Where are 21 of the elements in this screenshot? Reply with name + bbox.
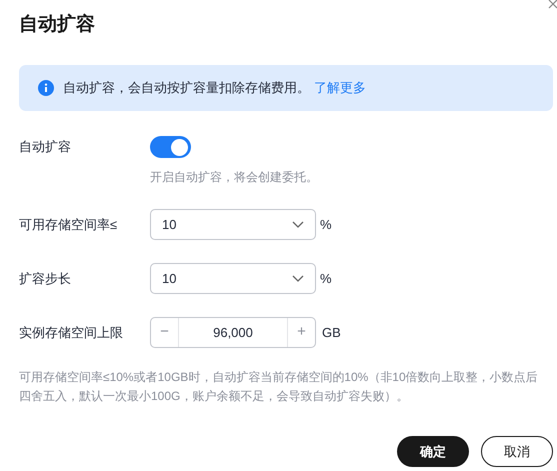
hint-text: 开启自动扩容，将会创建委托。 [150,169,319,186]
close-icon[interactable] [548,0,557,10]
info-icon [38,80,54,96]
banner-text: 自动扩容，会自动按扩容量扣除存储费用。 [63,79,310,98]
dropdown-field[interactable]: 10 [150,209,316,240]
chevron-down-icon [292,274,304,282]
confirm-button[interactable]: 确定 [397,436,469,467]
dropdown-field[interactable]: 10 [150,263,316,294]
unit-label: GB [322,324,341,342]
field-label: 自动扩容 [19,138,72,156]
toggle-switch[interactable] [150,136,191,158]
number-value: 96,000 [212,324,254,342]
dialog-title: 自动扩容 [19,12,96,37]
chevron-down-icon [292,220,304,228]
unit-label: % [320,270,332,288]
field-label: 扩容步长 [19,270,72,288]
unit-label: % [320,216,332,234]
cancel-button[interactable]: 取消 [481,436,553,467]
field-label: 实例存储空间上限 [19,324,124,342]
field-label: 可用存储空间率≤ [19,216,118,234]
note-text: 可用存储空间率≤10%或者10GB时，自动扩容当前存储空间的10%（非10倍数向上取整，小数点后四舍五入，默认一次最小100G，账户余额不足，会导致自动扩容失败）。 [19,369,539,405]
